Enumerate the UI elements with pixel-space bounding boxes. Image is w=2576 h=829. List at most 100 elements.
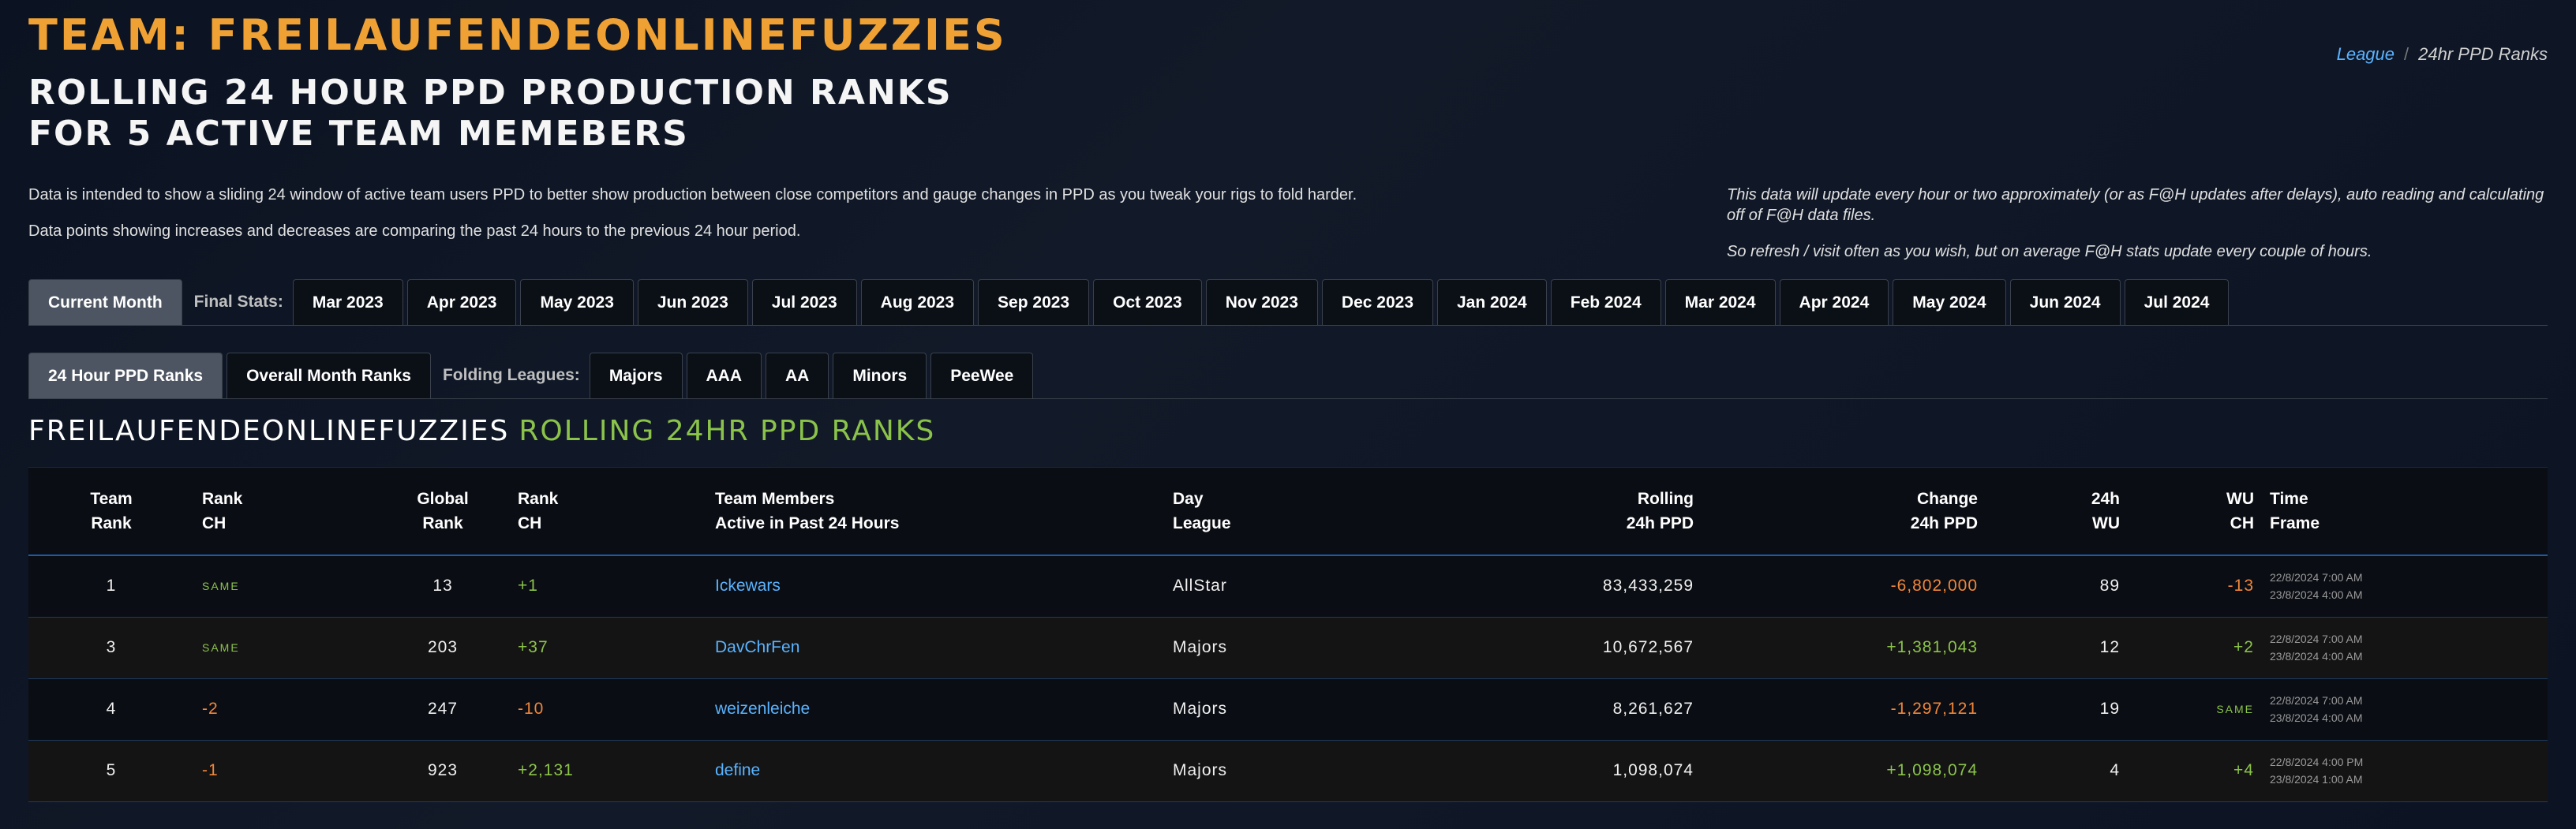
update-note-1: This data will update every hour or two …: [1727, 186, 2544, 224]
tab-24-hour-ppd-ranks[interactable]: 24 Hour PPD Ranks: [28, 353, 223, 398]
tab-month[interactable]: Jun 2023: [637, 279, 748, 325]
tab-overall-month-ranks[interactable]: Overall Month Ranks: [227, 353, 431, 398]
wu-cell: 19: [2099, 700, 2120, 718]
update-note-2: So refresh / visit often as you wish, bu…: [1727, 243, 2372, 260]
tab-month[interactable]: Apr 2024: [1779, 279, 1889, 325]
member-cell: weizenleiche: [707, 678, 1165, 740]
final-stats-label: Final Stats:: [193, 293, 283, 311]
header-global-rank: Global Rank: [417, 490, 469, 532]
ranks-table: Team Rank Rank CH Global Rank Rank CH Team M…: [28, 467, 2548, 802]
rank-change-cell: SAME: [202, 580, 240, 593]
wu-cell: 12: [2099, 638, 2120, 656]
rank-change-cell: -1: [202, 761, 219, 779]
global-rank-cell: 923: [427, 761, 459, 779]
rolling-ppd-cell: 83,433,259: [1602, 577, 1694, 596]
table-header-row: Team Rank Rank CH Global Rank Rank CH Team M…: [28, 467, 2548, 555]
section-title: FREILAUFENDEONLINEFUZZIES ROLLING 24HR PP…: [28, 413, 935, 450]
member-link[interactable]: DavChrFen: [715, 638, 799, 656]
tab-league-aaa[interactable]: AAA: [686, 353, 762, 398]
table-row: 5 -1 923 +2,131 define Majors 1,098,074 …: [28, 740, 2548, 801]
header-day-league: Day League: [1173, 490, 1231, 532]
table-row: 4 -2 247 -10 weizenleiche Majors 8,261,6…: [28, 678, 2548, 740]
league-cell: Majors: [1173, 700, 1228, 718]
member-link[interactable]: Ickewars: [715, 577, 781, 595]
page-header: TEAM: FREILAUFENDEONLINEFUZZIES ROLLING …: [28, 8, 1765, 155]
tab-month[interactable]: Jul 2024: [2124, 279, 2230, 325]
global-rank-change-cell: +37: [518, 638, 549, 656]
tab-league-majors[interactable]: Majors: [589, 353, 683, 398]
rolling-ppd-cell: 1,098,074: [1612, 761, 1694, 779]
folding-leagues-label: Folding Leagues:: [442, 366, 580, 384]
member-cell: Ickewars: [707, 555, 1165, 617]
wu-change-cell: SAME: [2216, 703, 2254, 715]
description-paragraph-2: Data points showing increases and decrea…: [28, 222, 801, 240]
header-team-members: Team Members Active in Past 24 Hours: [715, 490, 900, 532]
team-rank-cell: 4: [106, 700, 117, 718]
tab-month[interactable]: Mar 2024: [1664, 279, 1776, 325]
breadcrumb-separator: /: [2404, 44, 2409, 64]
wu-cell: 89: [2099, 577, 2120, 596]
time-frame-cell: 22/8/2024 4:00 PM 23/8/2024 1:00 AM: [2270, 756, 2364, 786]
member-cell: DavChrFen: [707, 617, 1165, 678]
tab-month[interactable]: May 2023: [520, 279, 634, 325]
team-rank-cell: 1: [106, 577, 117, 596]
wu-change-cell: +4: [2233, 761, 2254, 779]
header-wu-ch: WU CH: [2226, 490, 2254, 532]
member-cell: define: [707, 740, 1165, 801]
description-paragraph-1: Data is intended to show a sliding 24 wi…: [28, 186, 1357, 204]
page: TEAM: FREILAUFENDEONLINEFUZZIES ROLLING …: [28, 0, 2548, 829]
table-row: 1 SAME 13 +1 Ickewars AllStar 83,433,259…: [28, 555, 2548, 617]
section-team-name: FREILAUFENDEONLINEFUZZIES: [28, 415, 510, 447]
header-24h-wu: 24h WU: [2091, 490, 2120, 532]
time-frame-cell: 22/8/2024 7:00 AM 23/8/2024 4:00 AM: [2270, 694, 2363, 724]
rolling-ppd-cell: 10,672,567: [1602, 638, 1694, 656]
rolling-ppd-cell: 8,261,627: [1612, 700, 1694, 718]
rank-change-cell: SAME: [202, 641, 240, 654]
tab-month[interactable]: Apr 2023: [406, 279, 517, 325]
tab-league-aa[interactable]: AA: [766, 353, 829, 398]
tab-league-peewee[interactable]: PeeWee: [930, 353, 1034, 398]
header-team-rank: Team Rank: [90, 490, 133, 532]
tab-month[interactable]: Jul 2023: [751, 279, 857, 325]
global-rank-change-cell: -10: [518, 700, 545, 718]
tab-month[interactable]: Oct 2023: [1093, 279, 1202, 325]
page-subtitle: ROLLING 24 HOUR PPD PRODUCTION RANKS FOR…: [28, 73, 1765, 155]
breadcrumb: League / 24hr PPD Ranks: [2337, 44, 2548, 65]
league-cell: Majors: [1173, 761, 1228, 779]
header-change-ppd: Change 24h PPD: [1910, 490, 1978, 532]
wu-change-cell: -13: [2227, 577, 2254, 596]
wu-cell: 4: [2110, 761, 2120, 779]
time-frame-cell: 22/8/2024 7:00 AM 23/8/2024 4:00 AM: [2270, 571, 2363, 602]
team-rank-cell: 3: [106, 638, 117, 656]
global-rank-cell: 247: [427, 700, 459, 718]
global-rank-change-cell: +1: [518, 577, 538, 596]
breadcrumb-league-link[interactable]: League: [2337, 44, 2394, 64]
tab-month[interactable]: Aug 2023: [860, 279, 975, 325]
tab-month[interactable]: Jan 2024: [1437, 279, 1547, 325]
tab-month[interactable]: Dec 2023: [1321, 279, 1433, 325]
subtitle-line-2: FOR 5 ACTIVE TEAM MEMEBERS: [28, 114, 689, 154]
header-rolling-ppd: Rolling 24h PPD: [1626, 490, 1694, 532]
tab-current-month[interactable]: Current Month: [28, 279, 182, 325]
rank-tabs: 24 Hour PPD Ranks Overall Month Ranks Fo…: [28, 353, 2548, 399]
tab-month[interactable]: Sep 2023: [978, 279, 1090, 325]
tab-month[interactable]: Feb 2024: [1550, 279, 1661, 325]
tab-month[interactable]: Jun 2024: [2009, 279, 2121, 325]
section-title-accent: ROLLING 24HR PPD RANKS: [519, 415, 936, 447]
breadcrumb-current: 24hr PPD Ranks: [2418, 44, 2548, 64]
change-ppd-cell: +1,098,074: [1886, 761, 1978, 779]
tab-month[interactable]: May 2024: [1893, 279, 2006, 325]
global-rank-cell: 13: [432, 577, 453, 596]
header-rank-ch: Rank CH: [202, 490, 243, 532]
tab-month[interactable]: Mar 2023: [292, 279, 403, 325]
tab-league-minors[interactable]: Minors: [833, 353, 927, 398]
change-ppd-cell: -6,802,000: [1890, 577, 1978, 596]
league-cell: AllStar: [1173, 577, 1227, 596]
tab-month[interactable]: Nov 2023: [1205, 279, 1318, 325]
member-link[interactable]: define: [715, 761, 760, 779]
description-right: This data will update every hour or two …: [1727, 185, 2548, 278]
member-link[interactable]: weizenleiche: [715, 700, 810, 718]
header-global-rank-ch: Rank CH: [518, 490, 559, 532]
subtitle-line-1: ROLLING 24 HOUR PPD PRODUCTION RANKS: [28, 73, 953, 113]
rank-change-cell: -2: [202, 700, 219, 718]
